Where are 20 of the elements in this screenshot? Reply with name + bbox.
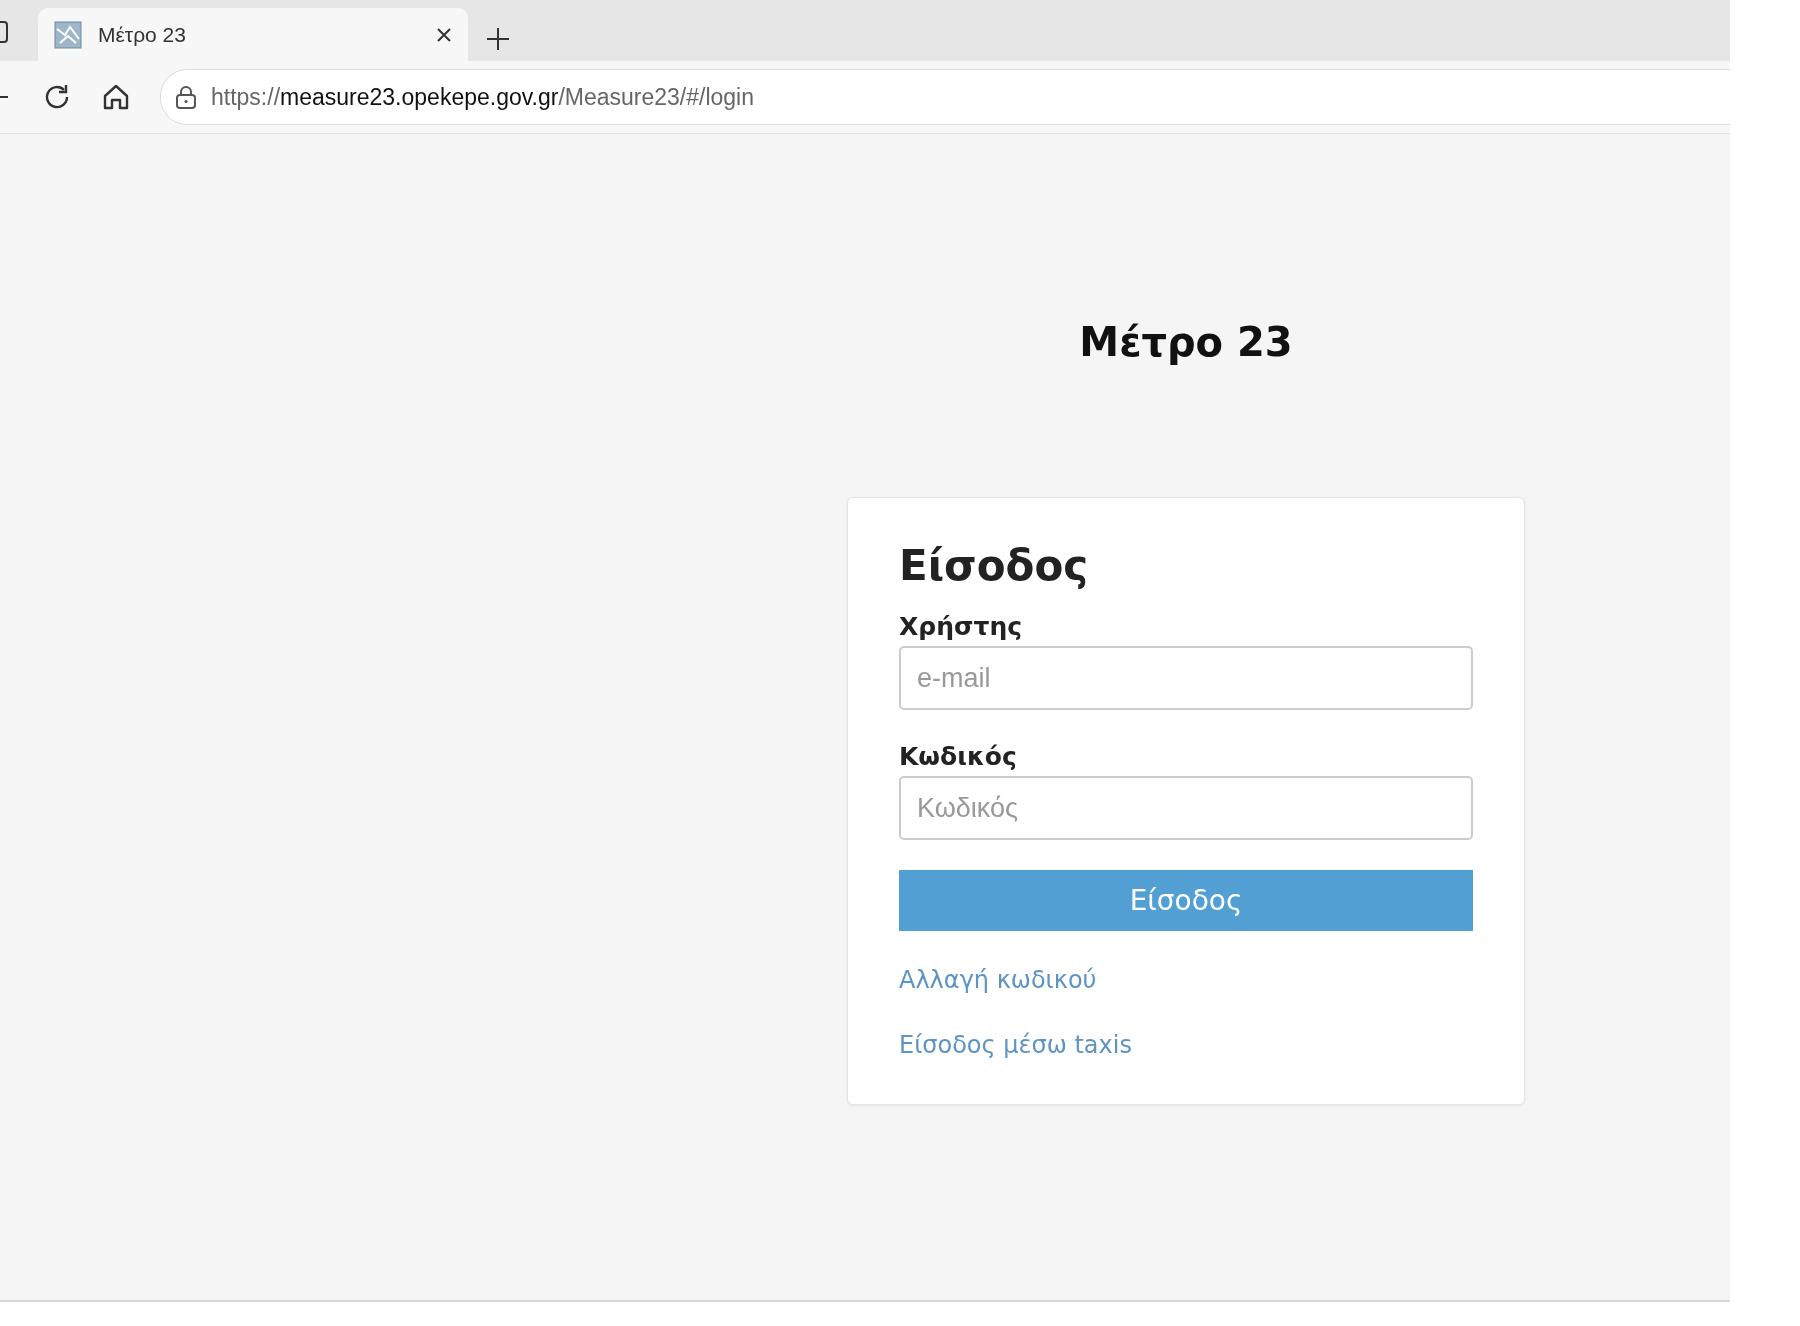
close-icon[interactable] xyxy=(436,26,452,43)
favicon-icon xyxy=(54,20,82,49)
input-field[interactable]: e-mail xyxy=(899,646,1473,710)
home-icon[interactable] xyxy=(102,83,130,111)
link[interactable]: Είσοδος μέσω taxis xyxy=(899,1030,1132,1060)
address-bar[interactable]: https://measure23.opekepe.gov.gr/Measure23/#/login xyxy=(160,69,1730,125)
browser-tab[interactable]: Μέτρο 23 xyxy=(38,8,468,61)
page-title: Μέτρο 23 xyxy=(1079,318,1293,367)
tab-title: Μέτρο 23 xyxy=(98,22,187,47)
tab-list-icon[interactable] xyxy=(0,21,8,43)
link[interactable]: Αλλαγή κωδικού xyxy=(899,965,1097,995)
new-tab-icon[interactable] xyxy=(486,27,510,51)
input-field[interactable]: Κωδικός xyxy=(899,776,1473,840)
login-button[interactable]: Είσοδος xyxy=(899,870,1473,931)
url-text: https://measure23.opekepe.gov.gr/Measure23/#/login xyxy=(211,83,754,111)
field-label: Χρήστης xyxy=(899,612,1022,642)
back-icon[interactable] xyxy=(0,95,8,99)
field-label: Κωδικός xyxy=(899,742,1017,772)
card-heading: Είσοδος xyxy=(899,540,1089,592)
lock-icon[interactable] xyxy=(175,85,197,109)
